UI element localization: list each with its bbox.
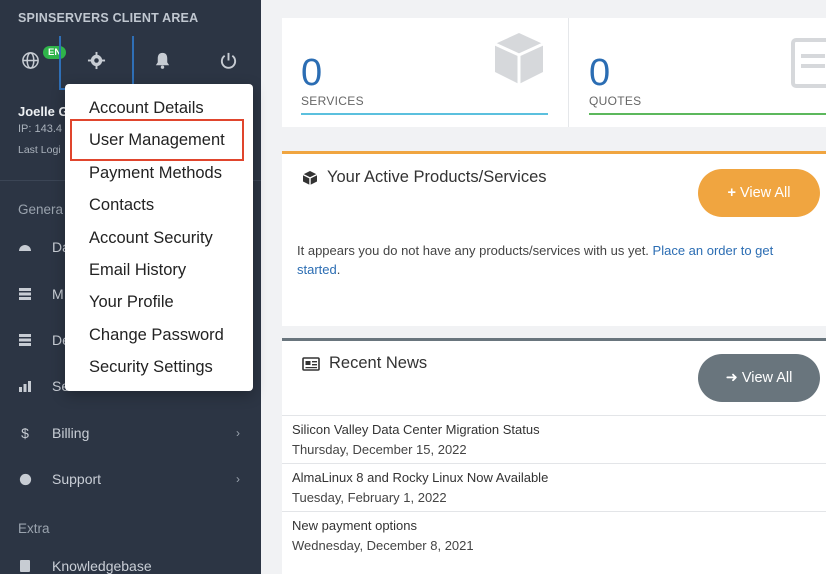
- news-panel: Recent News ➜ View All Silicon Valley Da…: [282, 338, 826, 574]
- news-date: Thursday, December 15, 2022: [292, 442, 467, 457]
- menu-item-account-security[interactable]: Account Security: [89, 226, 213, 250]
- arrow-right-icon: ➜: [725, 370, 738, 386]
- section-extra: Extra: [18, 521, 50, 536]
- panel-title-text: Your Active Products/Services: [327, 168, 547, 186]
- menu-item-change-password[interactable]: Change Password: [89, 323, 224, 347]
- menu-item-email-history[interactable]: Email History: [89, 258, 186, 282]
- panel-title: Recent News: [302, 354, 427, 373]
- stat-label: QUOTES: [589, 94, 642, 108]
- sidebar-item-billing[interactable]: $ Billing ›: [0, 413, 261, 453]
- list-icon: [17, 286, 33, 302]
- document-icon: [17, 332, 33, 348]
- book-icon: [17, 558, 33, 574]
- stat-bar: [589, 113, 826, 115]
- stat-value: 0: [301, 52, 323, 94]
- sidebar-item-label: M: [52, 286, 64, 302]
- dollar-icon: $: [21, 425, 29, 441]
- stat-services[interactable]: 0 SERVICES: [282, 18, 568, 127]
- news-title: AlmaLinux 8 and Rocky Linux Now Availabl…: [292, 470, 549, 485]
- section-general: Genera: [18, 202, 64, 217]
- newspaper-icon: [302, 356, 320, 371]
- stat-label: SERVICES: [301, 94, 364, 108]
- button-label: View All: [741, 370, 793, 386]
- menu-item-security-settings[interactable]: Security Settings: [89, 355, 213, 379]
- menu-item-account-details[interactable]: Account Details: [89, 96, 204, 120]
- empty-text: It appears you do not have any products/…: [297, 243, 649, 258]
- sidebar-item-knowledgebase[interactable]: Knowledgebase: [0, 546, 261, 574]
- view-all-news-button[interactable]: ➜ View All: [698, 354, 820, 402]
- sidebar-item-label: Knowledgebase: [52, 558, 152, 574]
- brand-title: SPINSERVERS CLIENT AREA: [18, 11, 199, 25]
- cube-icon: [494, 33, 544, 84]
- chevron-right-icon: ›: [236, 426, 240, 440]
- news-item[interactable]: Silicon Valley Data Center Migration Sta…: [282, 415, 826, 463]
- news-title: New payment options: [292, 518, 418, 533]
- stat-value: 0: [589, 52, 611, 94]
- panel-title: Your Active Products/Services: [302, 168, 547, 187]
- support-icon: [17, 471, 33, 487]
- news-date: Tuesday, February 1, 2022: [292, 490, 447, 505]
- gear-highlight: [59, 36, 134, 90]
- empty-text-end: .: [336, 262, 341, 277]
- products-panel: Your Active Products/Services + View All…: [282, 151, 826, 326]
- bell-icon[interactable]: [146, 44, 178, 76]
- plus-icon: +: [727, 185, 736, 201]
- menu-item-user-management[interactable]: User Management: [89, 128, 225, 152]
- stat-quotes[interactable]: 0 QUOTES: [569, 18, 826, 127]
- view-all-products-button[interactable]: + View All: [698, 169, 820, 217]
- dashboard-icon: [17, 239, 33, 255]
- stat-bar: [301, 113, 548, 115]
- news-title: Silicon Valley Data Center Migration Sta…: [292, 422, 540, 437]
- empty-products-message: It appears you do not have any products/…: [297, 241, 817, 279]
- chevron-right-icon: ›: [236, 472, 240, 486]
- panel-title-text: Recent News: [329, 354, 428, 372]
- menu-item-your-profile[interactable]: Your Profile: [89, 290, 174, 314]
- account-dropdown-menu: Account Details User Management Payment …: [65, 84, 253, 391]
- news-date: Wednesday, December 8, 2021: [292, 538, 474, 553]
- cube-icon: [302, 170, 318, 185]
- sidebar-item-label: Support: [52, 471, 102, 487]
- document-icon: [791, 38, 826, 88]
- menu-item-payment-methods[interactable]: Payment Methods: [89, 161, 222, 185]
- news-item[interactable]: AlmaLinux 8 and Rocky Linux Now Availabl…: [282, 463, 826, 511]
- sidebar-item-label: Billing: [52, 425, 90, 441]
- chart-icon: [17, 378, 33, 394]
- menu-item-contacts[interactable]: Contacts: [89, 193, 154, 217]
- button-label: View All: [739, 185, 791, 201]
- sidebar-item-support[interactable]: Support ›: [0, 459, 261, 499]
- stats-row: 0 SERVICES 0 QUOTES: [282, 18, 826, 127]
- news-item[interactable]: New payment options Wednesday, December …: [282, 511, 826, 559]
- globe-icon[interactable]: [14, 44, 46, 76]
- power-icon[interactable]: [212, 44, 244, 76]
